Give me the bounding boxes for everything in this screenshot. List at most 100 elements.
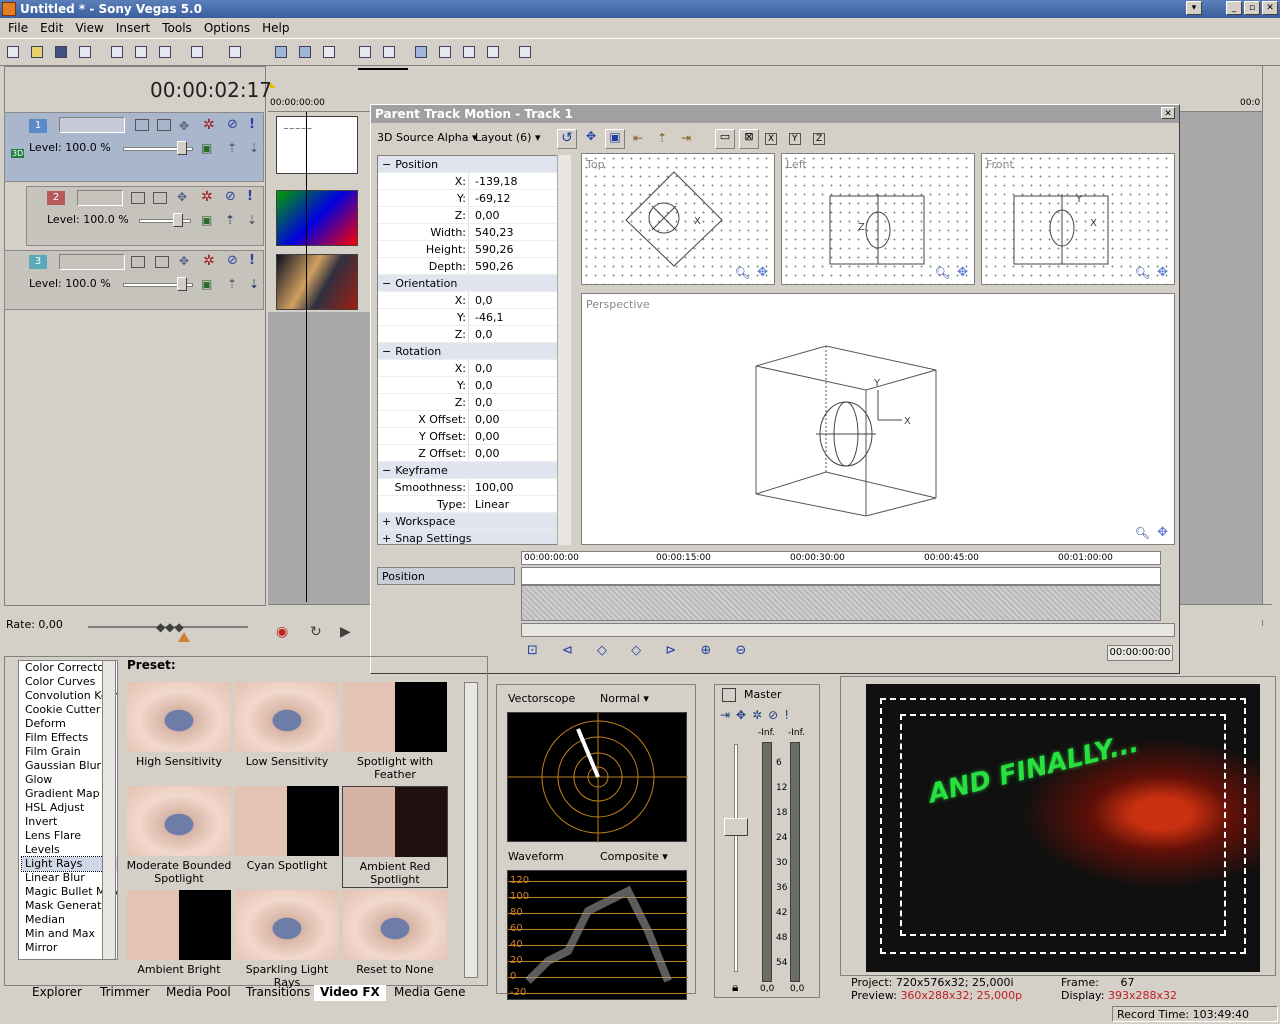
property-value[interactable]: 590,26 bbox=[468, 241, 570, 257]
property-group[interactable]: − Orientation bbox=[378, 275, 570, 292]
menu-arrow-button[interactable]: ▾ bbox=[1186, 1, 1202, 15]
compositing-mode-icon[interactable] bbox=[155, 256, 169, 268]
minimize-button[interactable]: _ bbox=[1226, 1, 1242, 15]
crossfade-icon[interactable] bbox=[436, 43, 454, 61]
composite-child-icon[interactable]: ✥ bbox=[177, 190, 187, 204]
mute-icon[interactable]: ⊘ bbox=[227, 253, 238, 268]
property-value[interactable]: 100,00 bbox=[468, 479, 570, 495]
property-row[interactable]: Y: 0,0 bbox=[378, 377, 570, 394]
save-icon[interactable] bbox=[52, 43, 70, 61]
property-value[interactable]: -139,18 bbox=[468, 173, 570, 189]
preset-tile[interactable]: Sparkling Light Rays bbox=[234, 890, 340, 992]
collapse-icon[interactable]: − bbox=[378, 275, 391, 291]
property-value[interactable]: Linear bbox=[468, 496, 570, 512]
kf-track-label[interactable]: Position bbox=[377, 567, 515, 585]
menu-insert[interactable]: Insert bbox=[110, 18, 156, 38]
selection-tool-icon[interactable] bbox=[460, 43, 478, 61]
event-thumbnail-3[interactable] bbox=[276, 254, 358, 310]
kf-hscroll[interactable] bbox=[521, 623, 1175, 637]
property-group[interactable]: − Keyframe bbox=[378, 462, 570, 479]
paste-icon[interactable] bbox=[156, 43, 174, 61]
layout-dropdown[interactable]: Layout (6) ▾ bbox=[475, 131, 541, 144]
property-row[interactable]: Z Offset: 0,00 bbox=[378, 445, 570, 462]
make-compositing-child-icon[interactable]: ⇣ bbox=[247, 213, 257, 227]
kf-lane[interactable] bbox=[521, 585, 1161, 621]
property-group[interactable]: − Rotation bbox=[378, 343, 570, 360]
master-fader-knob[interactable] bbox=[724, 818, 748, 836]
composite-child-icon[interactable]: ✥ bbox=[179, 119, 189, 133]
property-row[interactable]: X: 0,0 bbox=[378, 292, 570, 309]
tab-explorer[interactable]: Explorer bbox=[26, 985, 88, 1001]
make-compositing-child-icon[interactable]: ⇣ bbox=[249, 277, 259, 291]
properties-icon[interactable] bbox=[76, 43, 94, 61]
track-motion-icon[interactable] bbox=[135, 119, 149, 131]
mask-icon[interactable]: ▣ bbox=[201, 213, 212, 227]
left-view[interactable]: Left Z 🔍︎ ✥ bbox=[781, 153, 975, 285]
level-slider[interactable] bbox=[139, 219, 191, 223]
pan-icon[interactable]: ✥ bbox=[1157, 265, 1168, 280]
preset-tile-selected[interactable]: Ambient Red Spotlight bbox=[342, 786, 448, 888]
ignore-grouping-icon[interactable] bbox=[412, 43, 430, 61]
property-value[interactable]: 0,0 bbox=[468, 377, 570, 393]
solo-icon[interactable]: ! bbox=[249, 117, 255, 132]
property-value[interactable]: 0,00 bbox=[468, 445, 570, 461]
track-name-field[interactable] bbox=[77, 190, 123, 206]
kf-nav-icons[interactable]: ⊡ ⊲ ◇ ◇ ⊳ ⊕ ⊖ bbox=[527, 643, 756, 658]
redo-icon[interactable] bbox=[226, 43, 244, 61]
menu-view[interactable]: View bbox=[69, 18, 109, 38]
property-value[interactable]: 590,26 bbox=[468, 258, 570, 274]
property-row[interactable]: Smoothness: 100,00 bbox=[378, 479, 570, 496]
collapse-icon[interactable]: − bbox=[378, 462, 391, 478]
dialog-close-button[interactable]: ✕ bbox=[1161, 107, 1175, 119]
preset-tile[interactable]: Low Sensitivity bbox=[234, 682, 340, 784]
maximize-button[interactable]: ▫ bbox=[1244, 1, 1260, 15]
property-row[interactable]: Z: 0,00 bbox=[378, 207, 570, 224]
property-group-collapsed[interactable]: + Workspace bbox=[378, 513, 570, 530]
play-from-start-icon[interactable]: ▶ bbox=[340, 624, 351, 640]
mask-icon[interactable]: ▣ bbox=[201, 277, 212, 291]
property-row[interactable]: Width: 540,23 bbox=[378, 224, 570, 241]
front-view[interactable]: Front X Y 🔍︎ ✥ bbox=[981, 153, 1175, 285]
menu-file[interactable]: File bbox=[2, 18, 34, 38]
level-slider-knob[interactable] bbox=[177, 277, 187, 291]
menu-edit[interactable]: Edit bbox=[34, 18, 69, 38]
pan-icon[interactable]: ✥ bbox=[1157, 525, 1168, 540]
pan-icon[interactable]: ✥ bbox=[757, 265, 768, 280]
make-compositing-child-icon[interactable]: ⇣ bbox=[249, 141, 259, 155]
lock-icon[interactable]: 🔒︎ bbox=[732, 980, 738, 995]
undo-icon[interactable] bbox=[188, 43, 206, 61]
event-thumbnail-1[interactable]: ~~~~~ bbox=[276, 116, 358, 174]
close-button[interactable]: ✕ bbox=[1262, 1, 1278, 15]
show-layout-icon[interactable]: ▭ bbox=[715, 129, 735, 149]
cut-icon[interactable] bbox=[108, 43, 126, 61]
zoom-icon[interactable]: 🔍︎ bbox=[1135, 266, 1150, 280]
frame-icon[interactable]: ⊠ bbox=[739, 129, 759, 149]
preset-tile[interactable]: High Sensitivity bbox=[126, 682, 232, 784]
expand-icon[interactable]: + bbox=[378, 530, 391, 544]
track-fx-icon[interactable]: ✲ bbox=[203, 117, 215, 133]
rate-slider-thumb[interactable] bbox=[178, 632, 190, 642]
edit-in-object-space-icon[interactable]: ✥ bbox=[581, 129, 601, 149]
waveform-mode-dropdown[interactable]: Composite ▾ bbox=[600, 850, 668, 863]
property-value[interactable]: 0,0 bbox=[468, 360, 570, 376]
autoripple-icon[interactable] bbox=[356, 43, 374, 61]
copy-icon[interactable] bbox=[132, 43, 150, 61]
tab-media-pool[interactable]: Media Pool bbox=[160, 985, 237, 1001]
preset-tile[interactable]: Reset to None bbox=[342, 890, 448, 992]
property-value[interactable]: 0,00 bbox=[468, 411, 570, 427]
normal-edit-tool-icon[interactable] bbox=[272, 43, 290, 61]
mixer-toolbar-icons[interactable]: ⇥✥✲⊘! bbox=[720, 708, 795, 722]
expand-icon[interactable]: + bbox=[378, 513, 391, 529]
property-group[interactable]: − Position bbox=[378, 156, 570, 173]
property-value[interactable]: 0,0 bbox=[468, 292, 570, 308]
collapse-icon[interactable]: − bbox=[378, 343, 391, 359]
track-motion-icon[interactable] bbox=[131, 256, 145, 268]
whats-this-help-icon[interactable] bbox=[516, 43, 534, 61]
open-icon[interactable] bbox=[28, 43, 46, 61]
property-value[interactable]: 0,00 bbox=[468, 207, 570, 223]
envelope-tool-icon[interactable] bbox=[296, 43, 314, 61]
solo-icon[interactable]: ! bbox=[249, 253, 255, 268]
vectorscope-mode-dropdown[interactable]: Normal ▾ bbox=[600, 692, 649, 705]
zoom-icon[interactable]: 🔍︎ bbox=[935, 266, 950, 280]
compositing-mode-icon[interactable] bbox=[153, 192, 167, 204]
